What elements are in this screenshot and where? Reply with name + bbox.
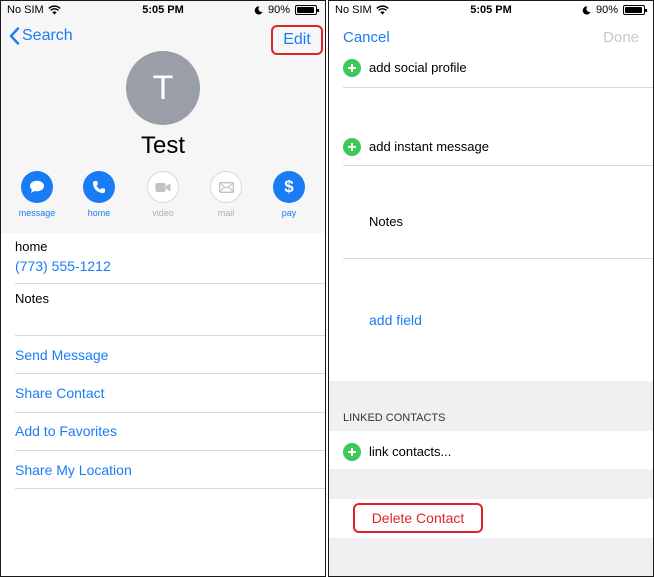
send-message-link[interactable]: Send Message bbox=[15, 347, 108, 363]
video-camera-icon bbox=[147, 171, 179, 203]
notes-label: Notes bbox=[15, 291, 49, 306]
divider bbox=[15, 488, 325, 489]
divider bbox=[343, 87, 653, 88]
status-right: 90% bbox=[582, 4, 647, 16]
action-mail-label: mail bbox=[217, 208, 235, 218]
add-instant-message-button[interactable] bbox=[343, 138, 361, 156]
share-contact-link[interactable]: Share Contact bbox=[15, 385, 105, 401]
cancel-button[interactable]: Cancel bbox=[343, 29, 390, 46]
action-message[interactable]: message bbox=[13, 171, 61, 218]
delete-contact-button[interactable]: Delete Contact bbox=[353, 503, 483, 533]
chevron-left-icon bbox=[9, 27, 20, 45]
plus-icon bbox=[348, 448, 356, 456]
edit-contact-screen: No SIM 5:05 PM 90% Cancel Done add socia… bbox=[328, 0, 654, 577]
message-bubble-icon bbox=[21, 171, 53, 203]
battery-icon bbox=[623, 5, 647, 15]
section-spacer bbox=[329, 469, 653, 499]
dollar-icon: $ bbox=[273, 171, 305, 203]
add-field-button[interactable]: add field bbox=[369, 312, 422, 328]
back-button[interactable]: Search bbox=[9, 27, 73, 45]
action-buttons: message home video mail $ pay bbox=[1, 171, 325, 221]
divider bbox=[15, 412, 325, 413]
battery-icon bbox=[295, 5, 319, 15]
phone-number[interactable]: (773) 555-1212 bbox=[15, 258, 111, 274]
done-button[interactable]: Done bbox=[603, 29, 639, 46]
battery-percent: 90% bbox=[267, 4, 290, 16]
back-button-label: Search bbox=[22, 27, 73, 44]
divider bbox=[15, 335, 325, 336]
add-instant-message-label[interactable]: add instant message bbox=[369, 139, 489, 154]
contact-detail-screen: No SIM 5:05 PM 90% Search Edit T Test me… bbox=[0, 0, 326, 577]
link-contacts-label[interactable]: link contacts... bbox=[369, 444, 451, 459]
phone-icon bbox=[83, 171, 115, 203]
status-bar: No SIM 5:05 PM 90% bbox=[329, 1, 653, 21]
action-mail[interactable]: mail bbox=[202, 171, 250, 218]
action-home-label: home bbox=[87, 208, 111, 218]
action-message-label: message bbox=[18, 208, 56, 218]
moon-icon bbox=[582, 5, 591, 14]
plus-icon bbox=[348, 143, 356, 151]
add-social-profile-label[interactable]: add social profile bbox=[369, 60, 467, 75]
mail-envelope-icon bbox=[210, 171, 242, 203]
edit-button[interactable]: Edit bbox=[271, 25, 323, 55]
status-right: 90% bbox=[254, 4, 319, 16]
linked-contacts-header: LINKED CONTACTS bbox=[343, 412, 446, 424]
avatar: T bbox=[126, 51, 200, 125]
link-contacts-button[interactable] bbox=[343, 443, 361, 461]
divider bbox=[343, 258, 653, 259]
notes-field[interactable]: Notes bbox=[369, 214, 403, 229]
action-pay[interactable]: $ pay bbox=[265, 171, 313, 218]
action-home-call[interactable]: home bbox=[75, 171, 123, 218]
add-to-favorites-link[interactable]: Add to Favorites bbox=[15, 423, 117, 439]
contact-name: Test bbox=[140, 132, 185, 159]
divider bbox=[343, 165, 653, 166]
moon-icon bbox=[254, 5, 263, 14]
phone-field-label: home bbox=[15, 239, 48, 254]
divider bbox=[15, 373, 325, 374]
divider bbox=[15, 450, 325, 451]
add-social-profile-button[interactable] bbox=[343, 59, 361, 77]
action-video[interactable]: video bbox=[139, 171, 187, 218]
status-bar: No SIM 5:05 PM 90% bbox=[1, 1, 325, 21]
plus-icon bbox=[348, 64, 356, 72]
action-pay-label: pay bbox=[281, 208, 297, 218]
battery-percent: 90% bbox=[595, 4, 618, 16]
action-video-label: video bbox=[152, 208, 174, 218]
section-spacer bbox=[329, 538, 653, 576]
divider bbox=[15, 283, 325, 284]
share-my-location-link[interactable]: Share My Location bbox=[15, 462, 132, 478]
